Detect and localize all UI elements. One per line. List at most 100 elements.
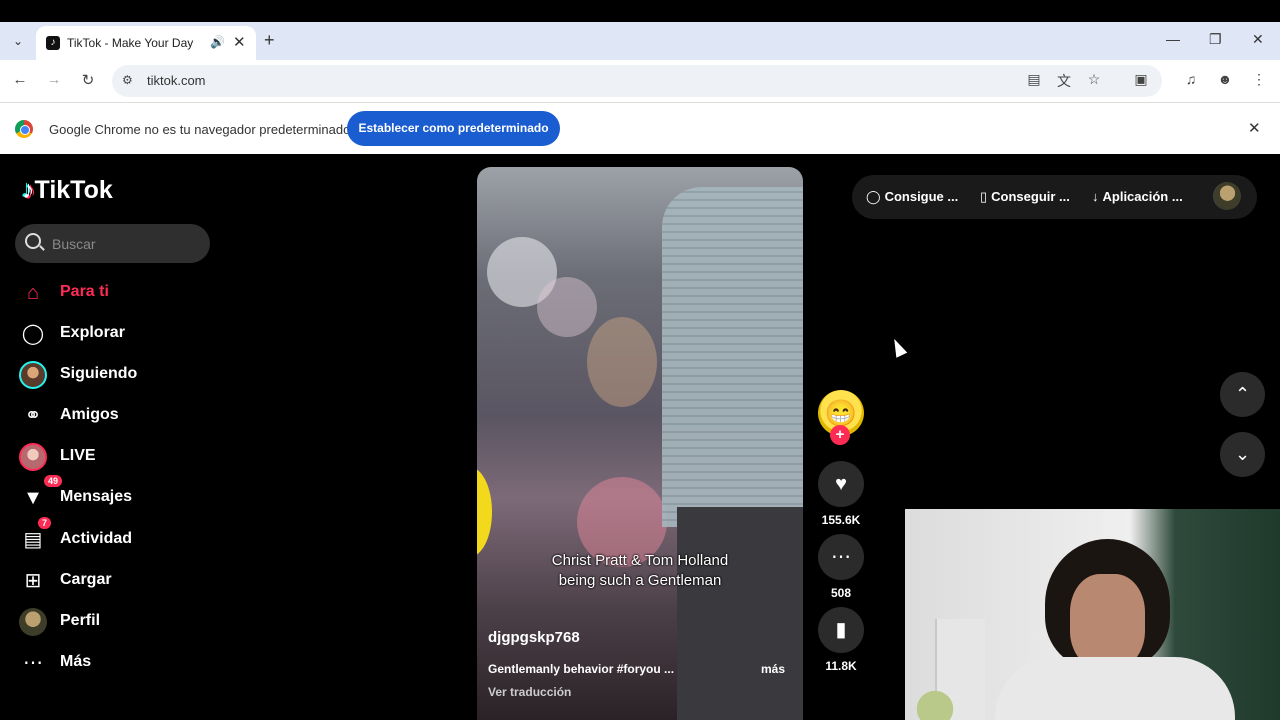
sidebar-item-live[interactable]: LIVE bbox=[16, 439, 216, 475]
profile-icon[interactable]: ☻ bbox=[1215, 71, 1235, 87]
bookmark-star-icon[interactable]: ☆ bbox=[1084, 71, 1104, 88]
activity-badge: 7 bbox=[38, 517, 52, 529]
video-caption-line: Christ Pratt & Tom Holland bbox=[551, 552, 729, 569]
bokeh-light bbox=[477, 467, 492, 557]
tab-title: TikTok - Make Your Day bbox=[67, 36, 194, 50]
cast-icon[interactable]: ▤ bbox=[1024, 71, 1044, 88]
tab-search-chevron-icon[interactable]: ⌄ bbox=[8, 31, 28, 51]
webcam-person-shirt bbox=[995, 657, 1235, 720]
logo-text: TikTok bbox=[34, 176, 113, 204]
messages-icon: ▼ bbox=[23, 487, 43, 509]
more-icon: ⋯ bbox=[23, 652, 43, 674]
comment-icon: ⋯ bbox=[831, 546, 851, 568]
profile-avatar-icon bbox=[19, 608, 47, 636]
sidebar-item-para-ti[interactable]: ⌂ Para ti bbox=[16, 275, 216, 311]
video-author[interactable]: djgpgskp768 bbox=[488, 629, 580, 646]
bokeh-light bbox=[537, 277, 597, 337]
minimize-icon[interactable]: — bbox=[1166, 31, 1180, 47]
url-text: tiktok.com bbox=[147, 73, 206, 88]
sidebar-item-mas[interactable]: ⋯ Más bbox=[16, 645, 216, 681]
chrome-logo-icon bbox=[15, 120, 33, 138]
forward-arrow-icon[interactable]: → bbox=[44, 71, 64, 88]
phone-icon: ▯ bbox=[980, 189, 988, 204]
upload-icon: ⊞ bbox=[24, 570, 42, 592]
tiktok-logo[interactable]: ♪TikTok bbox=[22, 176, 113, 205]
home-icon: ⌂ bbox=[26, 282, 40, 304]
previous-video-button[interactable]: ⌃ bbox=[1220, 372, 1265, 417]
browser-toolbar: ← → ↻ ⚙ tiktok.com ▤ 文 ☆ ▣ ♫ ☻ ⋮ bbox=[0, 60, 1280, 102]
tab-close-icon[interactable]: ✕ bbox=[233, 33, 246, 51]
tiktok-note-icon: ♪ bbox=[22, 176, 35, 204]
save-count: 11.8K bbox=[825, 659, 857, 673]
friends-icon: ⚭ bbox=[24, 405, 42, 427]
comment-count: 508 bbox=[830, 586, 852, 600]
sidebar-item-label: Explorar bbox=[60, 324, 125, 341]
get-coins-button[interactable]: ◯ Consigue ... bbox=[866, 189, 958, 205]
tiktok-page: ♪TikTok ⌂ Para ti ◯ Explorar Siguiendo ⚭… bbox=[0, 154, 1280, 720]
follow-plus-icon[interactable]: + bbox=[830, 425, 850, 445]
sidebar-item-actividad[interactable]: ▤ 7 Actividad bbox=[16, 517, 216, 558]
sidebar-item-explorar[interactable]: ◯ Explorar bbox=[16, 316, 216, 352]
video-caption: Christ Pratt & Tom Holland being such a … bbox=[477, 551, 803, 591]
sidebar-item-cargar[interactable]: ⊞ Cargar bbox=[16, 563, 216, 599]
screen-top-bar bbox=[0, 0, 1280, 22]
chevron-up-icon: ⌃ bbox=[1234, 384, 1251, 404]
search-box[interactable] bbox=[15, 224, 210, 263]
address-bar[interactable]: ⚙ tiktok.com bbox=[112, 65, 1162, 97]
save-button[interactable]: ▮ bbox=[818, 607, 864, 653]
new-tab-plus-icon[interactable]: + bbox=[264, 30, 275, 51]
search-input[interactable] bbox=[52, 234, 202, 254]
heart-icon: ♥ bbox=[835, 473, 847, 495]
extensions-icon[interactable]: ▣ bbox=[1131, 71, 1151, 88]
reload-icon[interactable]: ↻ bbox=[78, 71, 98, 89]
user-avatar[interactable] bbox=[1213, 182, 1241, 210]
sidebar-item-perfil[interactable]: Perfil bbox=[16, 604, 216, 640]
infobar-close-icon[interactable]: ✕ bbox=[1248, 119, 1261, 137]
sidebar-item-label: Perfil bbox=[60, 612, 101, 629]
restore-icon[interactable]: ❐ bbox=[1209, 31, 1222, 48]
get-app-button[interactable]: ▯ Conseguir ... bbox=[980, 189, 1070, 205]
translate-link[interactable]: Ver traducción bbox=[488, 685, 571, 699]
tab-strip: ⌄ ♪ TikTok - Make Your Day 🔊 ✕ + — ❐ ✕ bbox=[0, 22, 1280, 60]
more-link[interactable]: más bbox=[761, 662, 785, 676]
chevron-down-icon: ⌄ bbox=[1234, 444, 1251, 464]
bookmark-icon: ▮ bbox=[835, 619, 847, 641]
video-person-pants bbox=[677, 507, 803, 720]
back-arrow-icon[interactable]: ← bbox=[10, 71, 30, 88]
download-icon: ↓ bbox=[1092, 189, 1099, 204]
sidebar-item-label: Siguiendo bbox=[60, 365, 138, 382]
sidebar-item-label: Para ti bbox=[60, 283, 109, 300]
sidebar-item-label: Amigos bbox=[60, 406, 119, 423]
following-avatar-icon bbox=[19, 361, 47, 389]
set-default-button[interactable]: Establecer como predeterminado bbox=[347, 111, 560, 146]
messages-badge: 49 bbox=[44, 475, 63, 487]
next-video-button[interactable]: ⌄ bbox=[1220, 432, 1265, 477]
media-control-icon[interactable]: ♫ bbox=[1181, 71, 1201, 87]
webcam-person-face bbox=[1070, 574, 1145, 669]
speaker-icon[interactable]: 🔊 bbox=[210, 35, 225, 49]
comment-button[interactable]: ⋯ bbox=[818, 534, 864, 580]
top-actions-bar: ◯ Consigue ... ▯ Conseguir ... ↓ Aplicación… bbox=[852, 175, 1257, 219]
sidebar-item-label: Más bbox=[60, 653, 92, 670]
get-app-label: Conseguir ... bbox=[991, 189, 1070, 204]
mouse-cursor-icon bbox=[888, 336, 908, 358]
infobar-text: Google Chrome no es tu navegador predete… bbox=[49, 122, 351, 137]
site-settings-icon[interactable]: ⚙ bbox=[122, 73, 133, 87]
live-avatar-icon bbox=[19, 443, 47, 471]
video-player[interactable]: Christ Pratt & Tom Holland being such a … bbox=[477, 167, 803, 720]
sidebar-item-mensajes[interactable]: ▼ 49 Mensajes bbox=[16, 475, 216, 516]
browser-tab[interactable]: ♪ TikTok - Make Your Day 🔊 ✕ bbox=[36, 26, 256, 60]
menu-kebab-icon[interactable]: ⋮ bbox=[1249, 71, 1269, 88]
sidebar-item-amigos[interactable]: ⚭ Amigos bbox=[16, 398, 216, 434]
get-coins-label: Consigue ... bbox=[884, 189, 959, 204]
window-close-icon[interactable]: ✕ bbox=[1252, 31, 1264, 48]
like-button[interactable]: ♥ bbox=[818, 461, 864, 507]
compass-icon: ◯ bbox=[21, 323, 45, 345]
translate-icon[interactable]: 文 bbox=[1054, 71, 1074, 91]
sidebar-item-siguiendo[interactable]: Siguiendo bbox=[16, 357, 216, 393]
download-app-button[interactable]: ↓ Aplicación ... bbox=[1092, 189, 1183, 204]
bokeh-light bbox=[587, 317, 657, 407]
sidebar-item-label: Cargar bbox=[60, 571, 112, 588]
default-browser-infobar: Google Chrome no es tu navegador predete… bbox=[0, 102, 1280, 154]
sidebar-item-label: LIVE bbox=[60, 447, 96, 464]
